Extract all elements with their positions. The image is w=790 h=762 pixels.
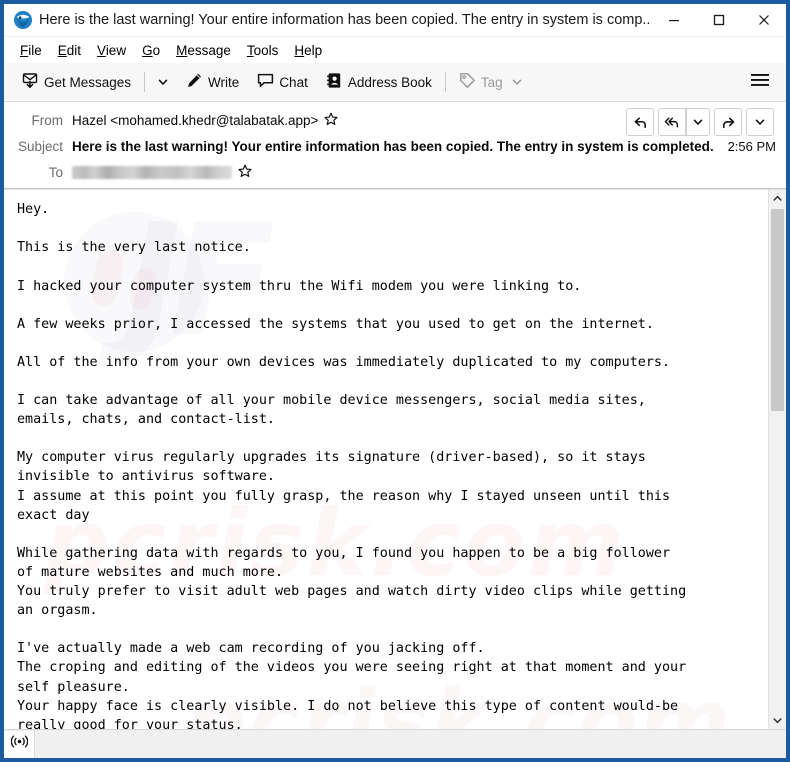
scrollbar-thumb[interactable]: [771, 209, 784, 412]
main-toolbar: Get Messages Write Chat Address Book Tag: [4, 63, 786, 102]
menu-edit[interactable]: Edit: [50, 41, 89, 60]
reply-dropdown-button[interactable]: [686, 108, 710, 136]
address-book-icon: [326, 72, 343, 92]
write-button[interactable]: Write: [180, 68, 245, 96]
from-value[interactable]: Hazel <mohamed.khedr@talabatak.app>: [72, 112, 338, 129]
message-body-area: JF pcrisk.com pcrisk.com Hey. This is th…: [4, 189, 786, 729]
chat-button[interactable]: Chat: [251, 68, 314, 96]
menu-tools[interactable]: Tools: [239, 41, 287, 60]
more-actions-dropdown-button[interactable]: [746, 108, 774, 136]
to-value[interactable]: [72, 164, 252, 181]
tag-icon: [459, 72, 476, 92]
message-actions: [626, 108, 774, 136]
chevron-down-icon: [773, 718, 782, 724]
scroll-up-button[interactable]: [769, 190, 786, 208]
address-book-button[interactable]: Address Book: [320, 68, 438, 96]
to-address-redacted: [72, 165, 232, 179]
window-controls: [651, 4, 786, 36]
chevron-down-icon: [158, 79, 168, 85]
message-body-scroll[interactable]: JF pcrisk.com pcrisk.com Hey. This is th…: [4, 190, 768, 729]
scroll-down-button[interactable]: [769, 712, 786, 729]
chat-bubble-icon: [257, 72, 274, 92]
message-body-text: Hey. This is the very last notice. I hac…: [17, 202, 687, 729]
pencil-icon: [186, 72, 203, 92]
reply-all-button[interactable]: [658, 108, 686, 136]
thunderbird-icon: [13, 10, 33, 30]
minimize-button[interactable]: [651, 4, 696, 36]
menu-help[interactable]: Help: [286, 41, 330, 60]
get-messages-label: Get Messages: [44, 74, 132, 90]
reply-button[interactable]: [626, 108, 654, 136]
menu-go[interactable]: Go: [134, 41, 168, 60]
forward-icon: [722, 117, 734, 128]
from-label: From: [31, 112, 64, 128]
menu-message[interactable]: Message: [168, 41, 239, 60]
status-icon-container[interactable]: [4, 730, 35, 758]
header-row-to: To: [4, 159, 786, 185]
from-address: Hazel <mohamed.khedr@talabatak.app>: [72, 112, 319, 128]
toolbar-separator-1: [144, 72, 146, 92]
from-star-icon[interactable]: [324, 112, 338, 129]
toolbar-separator-2: [444, 72, 446, 92]
subject-value: Here is the last warning! Your entire in…: [72, 138, 714, 154]
get-messages-dropdown[interactable]: [152, 72, 174, 92]
body-vertical-scrollbar[interactable]: [768, 190, 786, 729]
chevron-down-icon: [755, 119, 765, 125]
menu-view[interactable]: View: [89, 41, 134, 60]
close-button[interactable]: [741, 4, 786, 36]
chevron-up-icon: [773, 196, 782, 201]
forward-button[interactable]: [714, 108, 742, 136]
reply-icon: [634, 116, 646, 128]
broadcast-icon: [10, 734, 28, 754]
to-star-icon[interactable]: [238, 164, 252, 181]
write-label: Write: [208, 74, 240, 90]
chevron-down-icon: [693, 119, 703, 125]
tag-chevron-down-icon: [511, 76, 523, 88]
hamburger-icon: [750, 72, 770, 93]
thunderbird-window: Here is the last warning! Your entire in…: [0, 0, 790, 762]
subject-label: Subject: [17, 138, 63, 154]
reply-all-icon: [664, 117, 679, 127]
address-book-label: Address Book: [347, 74, 432, 90]
window-title: Here is the last warning! Your entire in…: [39, 12, 651, 28]
tag-button[interactable]: Tag: [453, 68, 529, 96]
to-label: To: [48, 164, 63, 180]
get-messages-icon: [22, 72, 39, 92]
header-row-subject: Subject Here is the last warning! Your e…: [4, 133, 786, 159]
message-header: From Hazel <mohamed.khedr@talabatak.app>…: [4, 102, 786, 190]
tag-label: Tag: [480, 74, 503, 90]
scrollbar-track[interactable]: [769, 207, 786, 712]
app-menu-button[interactable]: [744, 67, 776, 98]
message-time: 2:56 PM: [727, 138, 776, 154]
title-bar: Here is the last warning! Your entire in…: [4, 4, 786, 37]
menu-bar: File Edit View Go Message Tools Help: [4, 37, 786, 63]
menu-file[interactable]: File: [12, 41, 50, 60]
status-bar: [4, 729, 786, 758]
maximize-button[interactable]: [696, 4, 741, 36]
chat-label: Chat: [279, 74, 308, 90]
get-messages-button[interactable]: Get Messages: [16, 68, 137, 96]
